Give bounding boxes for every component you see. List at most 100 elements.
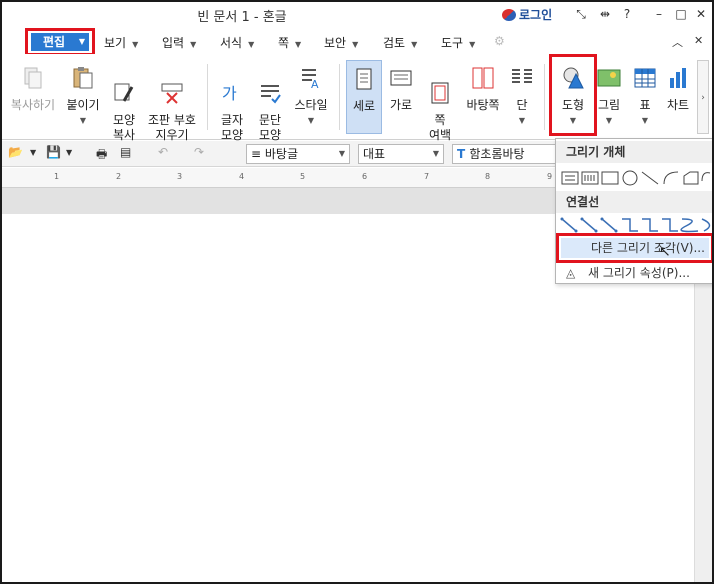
textbox-shape-icon[interactable]: [561, 171, 579, 185]
label-shape-icon[interactable]: [581, 171, 599, 185]
print-icon[interactable]: 🖶: [96, 145, 107, 163]
maximize-icon[interactable]: □: [672, 6, 690, 22]
style-button[interactable]: A 스타일 ▼: [290, 60, 332, 128]
title-bar: 빈 문서 1 - 혼글 로그인 ⤡ ⇹ ? – □ ✕: [2, 2, 712, 28]
chevron-down-icon: ▼: [78, 37, 85, 46]
chevron-down-icon: ▼: [79, 116, 87, 125]
ruler-tick: 9: [547, 172, 553, 181]
app-window: 빈 문서 1 - 혼글 로그인 ⤡ ⇹ ? – □ ✕ 편집 ▼ 보기 ▼ 입력 ▼…: [0, 0, 714, 584]
chevron-down-icon: ▼: [469, 40, 476, 49]
open-folder-icon[interactable]: 📂: [8, 145, 23, 163]
copy-icon: [24, 67, 42, 89]
arc-shape-icon[interactable]: [663, 171, 679, 185]
connector-elbow-double-icon[interactable]: [662, 218, 678, 232]
menu-format[interactable]: 서식 ▼: [220, 34, 254, 51]
close-icon[interactable]: ✕: [692, 6, 710, 22]
new-drawing-properties-item[interactable]: ◬ 새 그리기 속성(P)...: [562, 263, 712, 283]
ribbon-separator: [207, 64, 208, 130]
line-shape-icon[interactable]: [641, 171, 659, 185]
section-drawing-objects: 그리기 개체: [556, 141, 712, 163]
connector-elbow-arrow-icon[interactable]: [642, 218, 658, 232]
login-label: 로그인: [519, 8, 553, 22]
ruler-tick: 8: [485, 172, 491, 181]
connector-straight-double-icon[interactable]: [600, 217, 618, 233]
para-format-icon: [261, 85, 281, 104]
chevron-down-icon: ▼: [295, 40, 302, 49]
chevron-down-icon: ▼: [352, 40, 359, 49]
login-button[interactable]: 로그인: [502, 6, 552, 23]
minimize-icon[interactable]: –: [650, 6, 668, 22]
orientation-vertical-button[interactable]: 세로: [346, 60, 382, 134]
connector-straight-arrow-icon[interactable]: [580, 217, 598, 233]
copy-button[interactable]: 복사하기: [8, 60, 58, 113]
help-icon[interactable]: ?: [618, 6, 636, 22]
chart-icon: [670, 68, 686, 88]
chevron-down-icon[interactable]: ▼: [66, 148, 72, 166]
char-format-icon: 가: [222, 84, 237, 103]
ribbon-scroll-right-button[interactable]: ›: [697, 60, 709, 134]
paste-button[interactable]: 붙이기 ▼: [62, 60, 104, 128]
language-select[interactable]: 대표 ▼: [358, 144, 444, 164]
menu-page[interactable]: 쪽 ▼: [278, 34, 301, 51]
rectangle-shape-icon[interactable]: [601, 171, 619, 185]
chevron-down-icon: ▼: [518, 116, 526, 125]
section-connectors: 연결선: [556, 191, 712, 213]
chevron-down-icon: ▼: [248, 40, 255, 49]
undo-icon[interactable]: ↶: [158, 145, 168, 163]
menu-edit[interactable]: 편집 ▼: [31, 33, 89, 51]
fullscreen-icon[interactable]: ⤡: [572, 6, 590, 22]
font-select[interactable]: T 함초롬바탕: [452, 144, 556, 164]
other-drawing-pieces-item[interactable]: 다른 그리기 조각(V)...: [561, 238, 709, 258]
menu-bar: 편집 ▼ 보기 ▼ 입력 ▼ 서식 ▼ 쪽 ▼ 보안 ▼ 검토 ▼ 도구 ▼ ⚙ ︿ ✕: [2, 28, 712, 56]
page-margin-icon: [431, 82, 449, 104]
table-button[interactable]: 표 ▼: [630, 60, 660, 128]
menu-tools[interactable]: 도구 ▼: [441, 34, 475, 51]
chevron-down-icon: ▼: [190, 40, 197, 49]
connector-elbow-icon[interactable]: [622, 218, 638, 232]
highlight-box-other-shapes: 다른 그리기 조각(V)... ↖: [556, 233, 712, 263]
shape-icon: [563, 67, 584, 89]
ribbon-separator: [339, 64, 340, 130]
redo-icon[interactable]: ↷: [194, 145, 204, 163]
column-button[interactable]: 단 ▼: [506, 60, 538, 128]
menu-view[interactable]: 보기 ▼: [104, 34, 138, 51]
menu-edit-label: 편집: [43, 35, 66, 49]
connector-straight-icon[interactable]: [560, 217, 578, 233]
shape-button[interactable]: 도형 ▼: [552, 60, 594, 128]
table-icon: [634, 68, 656, 88]
background-page-button[interactable]: 바탕쪽: [462, 60, 504, 113]
chevron-down-icon: ▼: [307, 116, 315, 125]
mouse-cursor-icon: ↖: [659, 244, 671, 260]
chevron-down-icon[interactable]: ▼: [30, 148, 36, 166]
ribbon-separator: [544, 64, 545, 130]
shape-dropdown: 그리기 개체 연결선 다른 그리기 조각(V)... ↖ ◬ 새 그리기 속성(…: [555, 138, 712, 284]
resize-icon[interactable]: ⇹: [596, 6, 614, 22]
connector-curve-arrow-icon[interactable]: [701, 218, 711, 232]
ellipse-shape-icon[interactable]: [622, 170, 638, 186]
menu-security[interactable]: 보안 ▼: [324, 34, 358, 51]
menu-review[interactable]: 검토 ▼: [383, 34, 417, 51]
chevron-down-icon: ▼: [569, 116, 577, 125]
ruler-tick: 7: [424, 172, 430, 181]
close-doc-icon[interactable]: ✕: [694, 34, 703, 47]
paragraph-style-select[interactable]: ≡ 바탕글 ▼: [246, 144, 350, 164]
ruler-tick: 6: [362, 172, 368, 181]
portrait-page-icon: [356, 68, 372, 90]
chevron-down-icon: ▼: [132, 40, 139, 49]
clear-marks-icon: [161, 83, 183, 104]
collapse-ribbon-icon[interactable]: ︿: [672, 34, 683, 50]
menu-insert[interactable]: 입력 ▼: [162, 34, 196, 51]
chevron-down-icon: ▼: [338, 149, 345, 158]
picture-button[interactable]: 그림 ▼: [596, 60, 622, 128]
chart-button[interactable]: 차트: [664, 60, 692, 113]
save-icon[interactable]: 💾: [46, 145, 61, 163]
orientation-horizontal-button[interactable]: 가로: [384, 60, 418, 113]
polygon-shape-icon[interactable]: [683, 171, 699, 185]
preview-icon[interactable]: ▤: [120, 145, 131, 163]
highlight-box-edit: 편집 ▼: [25, 28, 95, 56]
curve-shape-icon[interactable]: [701, 172, 711, 182]
ruler-tick: 4: [239, 172, 245, 181]
ruler-tick: 1: [54, 172, 60, 181]
add-ins-icon[interactable]: ⚙: [494, 34, 505, 48]
connector-curve-icon[interactable]: [680, 218, 699, 233]
